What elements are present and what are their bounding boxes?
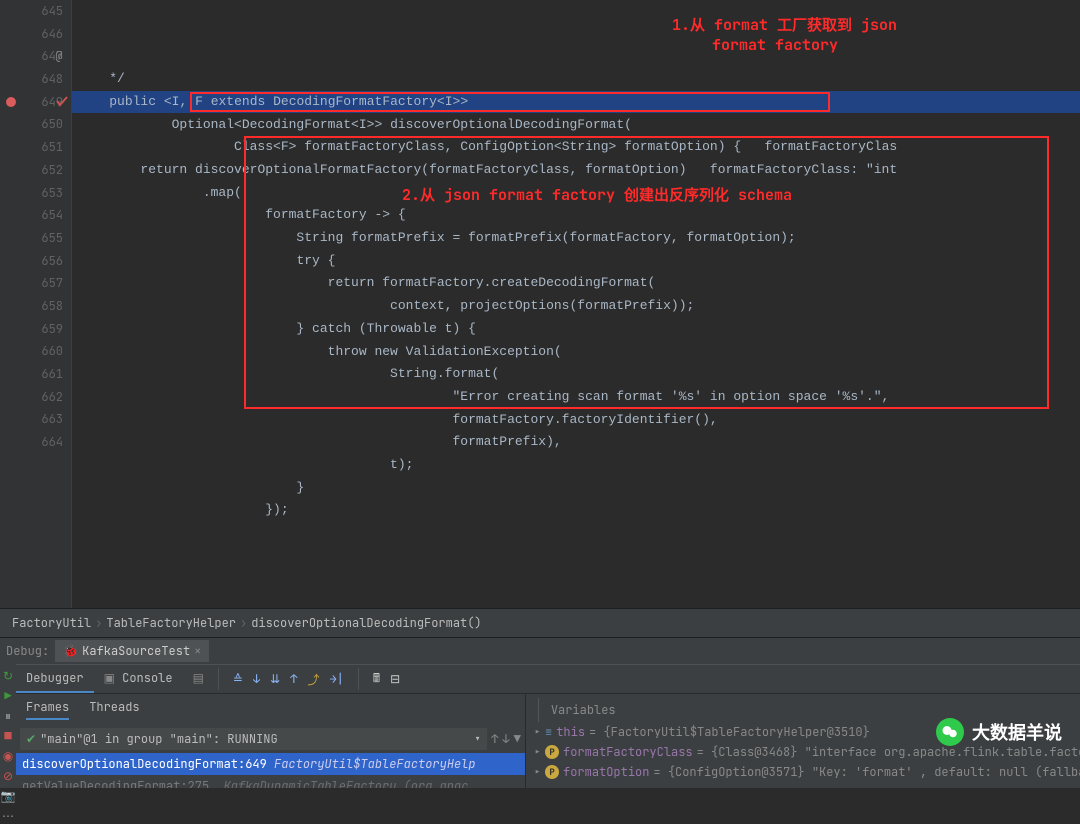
watermark: 大数据羊说 xyxy=(936,718,1062,746)
rerun-icon[interactable]: ↻ xyxy=(0,668,16,684)
thread-dropdown[interactable]: ✔ "main"@1 in group "main": RUNNING ▾ xyxy=(20,728,487,750)
variable-row[interactable]: ▸P formatOption = {ConfigOption@3571} "K… xyxy=(530,762,1080,782)
step-into-icon[interactable]: ↓ xyxy=(253,671,260,687)
step-out-icon[interactable]: ↑ xyxy=(290,671,297,687)
annotation-text-1: 1.从 format 工厂获取到 json xyxy=(672,14,897,37)
chevron-down-icon: ▾ xyxy=(474,731,481,747)
variables-header: Variables xyxy=(545,698,622,722)
check-icon: ✔ xyxy=(26,731,36,747)
annotation-box-2 xyxy=(244,136,1049,408)
wechat-icon xyxy=(936,718,964,746)
prev-frame-icon[interactable]: ↑ xyxy=(491,731,498,747)
frames-list[interactable]: discoverOptionalDecodingFormat:649 Facto… xyxy=(16,753,525,788)
evaluate-icon[interactable]: 🖩 xyxy=(373,669,380,690)
debug-label: Debug: xyxy=(6,643,49,659)
force-step-into-icon[interactable]: ⇊ xyxy=(270,671,280,687)
annotation-box-1 xyxy=(190,92,830,113)
threads-tab[interactable]: Threads xyxy=(89,699,139,720)
console-tab[interactable]: ▣ Console xyxy=(94,665,183,693)
debugger-tab[interactable]: Debugger xyxy=(16,665,94,693)
bug-icon: 🐞 xyxy=(63,643,78,659)
gutter: 645646647@648649650651652653654655656657… xyxy=(0,0,72,608)
trace-icon[interactable]: ⊟ xyxy=(390,671,400,687)
next-frame-icon[interactable]: ↓ xyxy=(502,731,509,747)
resume-icon[interactable]: ▶ xyxy=(0,688,16,704)
view-breakpoints-icon[interactable]: ◉ xyxy=(0,748,16,764)
debug-toolbar: Debugger ▣ Console ▤ ≙ ↓ ⇊ ↑ ⤴ →| 🖩 ⊟ xyxy=(16,664,1080,694)
stack-frame[interactable]: getValueDecodingFormat:275, KafkaDynamic… xyxy=(16,775,525,788)
code-area[interactable]: */ public <I, F extends DecodingFormatFa… xyxy=(72,0,1080,608)
annotation-text-1b: format factory xyxy=(712,34,838,57)
breadcrumb[interactable]: FactoryUtil›TableFactoryHelper›discoverO… xyxy=(0,608,1080,637)
filter-icon[interactable]: ▼ xyxy=(514,731,521,747)
close-icon[interactable]: × xyxy=(194,643,201,659)
settings-icon[interactable]: ⋯ xyxy=(0,808,16,824)
pause-icon[interactable]: ⏸ xyxy=(0,708,16,724)
camera-icon[interactable]: 📷 xyxy=(0,788,16,804)
stack-frame[interactable]: discoverOptionalDecodingFormat:649 Facto… xyxy=(16,753,525,775)
mute-breakpoints-icon[interactable]: ⊘ xyxy=(0,768,16,784)
stop-icon[interactable]: ■ xyxy=(0,728,16,744)
more-tab[interactable]: ▤ xyxy=(183,665,214,693)
step-over-icon[interactable]: ≙ xyxy=(233,671,243,687)
run-to-cursor-icon[interactable]: →| xyxy=(329,671,343,687)
annotation-text-2: 2.从 json format factory 创建出反序列化 schema xyxy=(402,184,792,207)
drop-frame-icon[interactable]: ⤴ xyxy=(307,671,319,688)
frames-tab[interactable]: Frames xyxy=(26,699,69,720)
frames-panel: Frames Threads ✔ "main"@1 in group "main… xyxy=(16,694,526,788)
debug-config-tab[interactable]: 🐞 KafkaSourceTest × xyxy=(55,640,209,662)
debug-side-toolbar: ↻ ▶ ⏸ ■ ◉ ⊘ 📷 ⋯ xyxy=(0,664,16,788)
debug-header: Debug: 🐞 KafkaSourceTest × xyxy=(0,637,1080,664)
